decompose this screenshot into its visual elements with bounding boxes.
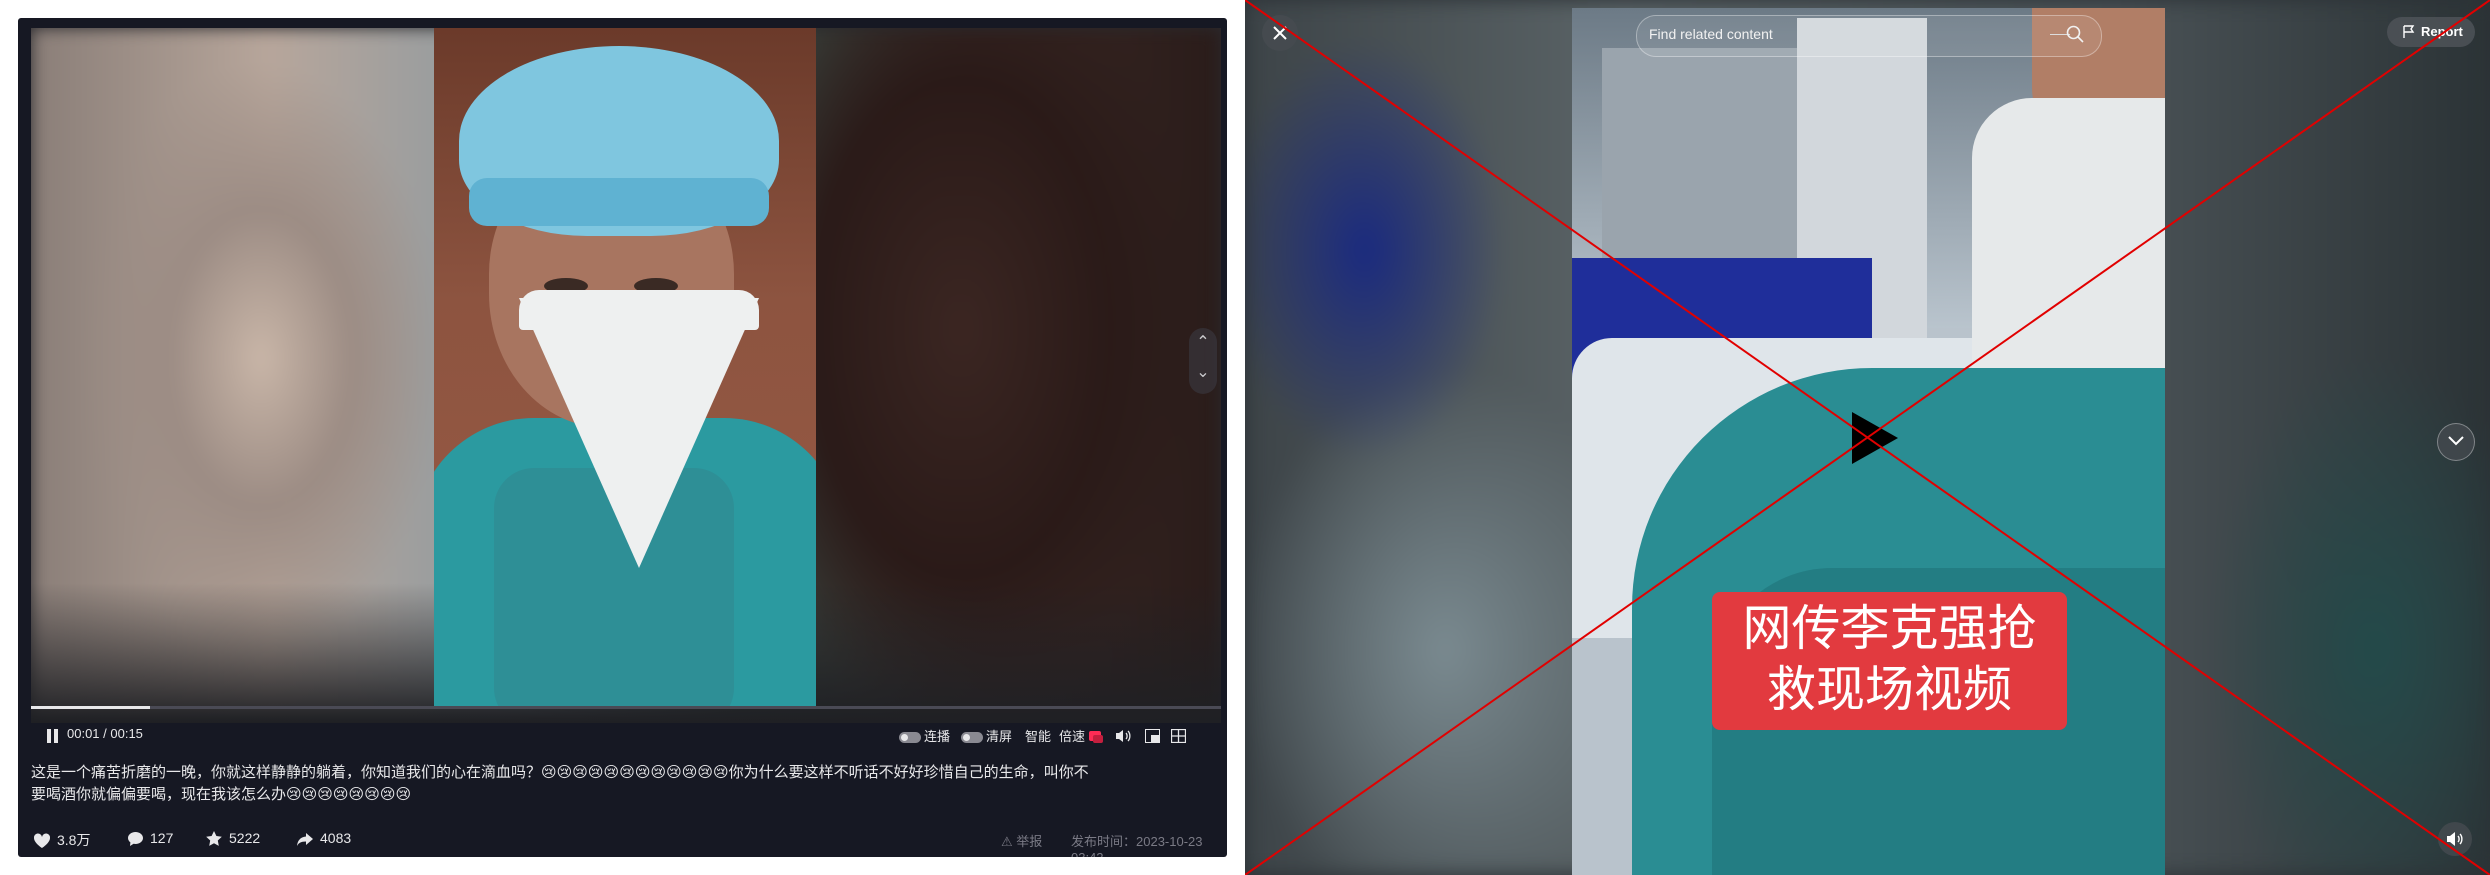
close-icon [1273, 26, 1287, 40]
face-mask [519, 298, 759, 568]
clear-screen-toggle[interactable]: 清屏 [961, 726, 1012, 745]
smart-button[interactable]: 智能 [1025, 726, 1051, 745]
flag-icon [2403, 25, 2415, 38]
video-caption: 这是一个痛苦折磨的一晚，你就这样静静的躺着，你知道我们的心在滴血吗？😢😢😢😢😢😢… [31, 762, 1226, 806]
overlay-title-line-2: 救现场视频 [1766, 661, 2012, 718]
autoplay-toggle[interactable]: 连播 [899, 726, 950, 745]
toggle-icon [899, 732, 921, 744]
overlay-title: 网传李克强抢 救现场视频 [1712, 592, 2067, 730]
toggle-icon [961, 732, 983, 744]
share-button[interactable]: 4083 [296, 830, 351, 847]
comment-icon [128, 832, 143, 846]
search-icon[interactable] [2066, 25, 2084, 43]
heart-icon [33, 833, 51, 848]
report-button[interactable]: Report [2387, 17, 2475, 47]
fullscreen-icon[interactable] [1171, 729, 1186, 743]
danmu-icon[interactable] [1089, 731, 1103, 743]
chevron-down-icon[interactable]: ⌄ [1189, 358, 1217, 388]
video-portrait [434, 28, 816, 708]
engagement-stats: 3.8万 127 5222 4083 ⚠ 举报 发布时间：2023-10-23 … [31, 826, 1221, 857]
publish-time: 发布时间：2023-10-23 03:42 [1071, 834, 1203, 857]
speed-button[interactable]: 倍速 [1059, 726, 1085, 745]
picture-in-picture-icon[interactable] [1145, 729, 1160, 743]
progress-bar[interactable] [31, 706, 1221, 709]
search-placeholder: Find related content [1649, 26, 1773, 42]
chevron-down-icon [2448, 436, 2464, 446]
close-button[interactable] [1262, 15, 1298, 51]
video-switch-nav[interactable]: ⌃ ⌄ [1189, 328, 1217, 394]
play-icon[interactable] [1850, 410, 1900, 466]
like-count: 3.8万 [57, 832, 91, 848]
favorite-button[interactable]: 5222 [205, 830, 260, 847]
video-frame[interactable]: ⌃ ⌄ [31, 28, 1221, 723]
like-button[interactable]: 3.8万 [33, 830, 90, 850]
volume-button[interactable] [2438, 822, 2472, 856]
comment-button[interactable]: 127 [127, 830, 173, 847]
time-display: 00:01 / 00:15 [67, 726, 143, 741]
next-video-button[interactable] [2437, 423, 2475, 461]
volume-icon [2447, 832, 2463, 846]
report-link[interactable]: ⚠ 举报 [1001, 831, 1042, 850]
pause-icon[interactable] [47, 729, 59, 743]
share-count: 4083 [320, 830, 352, 846]
overlay-title-line-1: 网传李克强抢 [1742, 600, 2037, 657]
warning-icon: ⚠ [1001, 834, 1017, 849]
star-icon [206, 831, 222, 846]
chevron-up-icon[interactable]: ⌃ [1189, 328, 1217, 358]
progress-fill [31, 706, 150, 709]
caption-line-1: 这是一个痛苦折磨的一晚，你就这样静静的躺着，你知道我们的心在滴血吗？😢😢😢😢😢😢… [31, 764, 1089, 781]
favorite-count: 5222 [229, 830, 261, 846]
volume-icon[interactable] [1115, 729, 1131, 743]
share-arrow-icon [297, 833, 313, 846]
caption-line-2: 要喝酒你就偏偏要喝，现在我该怎么办😢😢😢😢😢😢😢😢 [31, 786, 412, 803]
comment-count: 127 [150, 830, 174, 846]
video-player-left: ⌃ ⌄ 00:01 / 00:15 连播 清屏 智能 倍速 这是一个痛苦折磨的一… [18, 18, 1227, 857]
player-controls: 00:01 / 00:15 连播 清屏 智能 倍速 [31, 718, 1221, 754]
